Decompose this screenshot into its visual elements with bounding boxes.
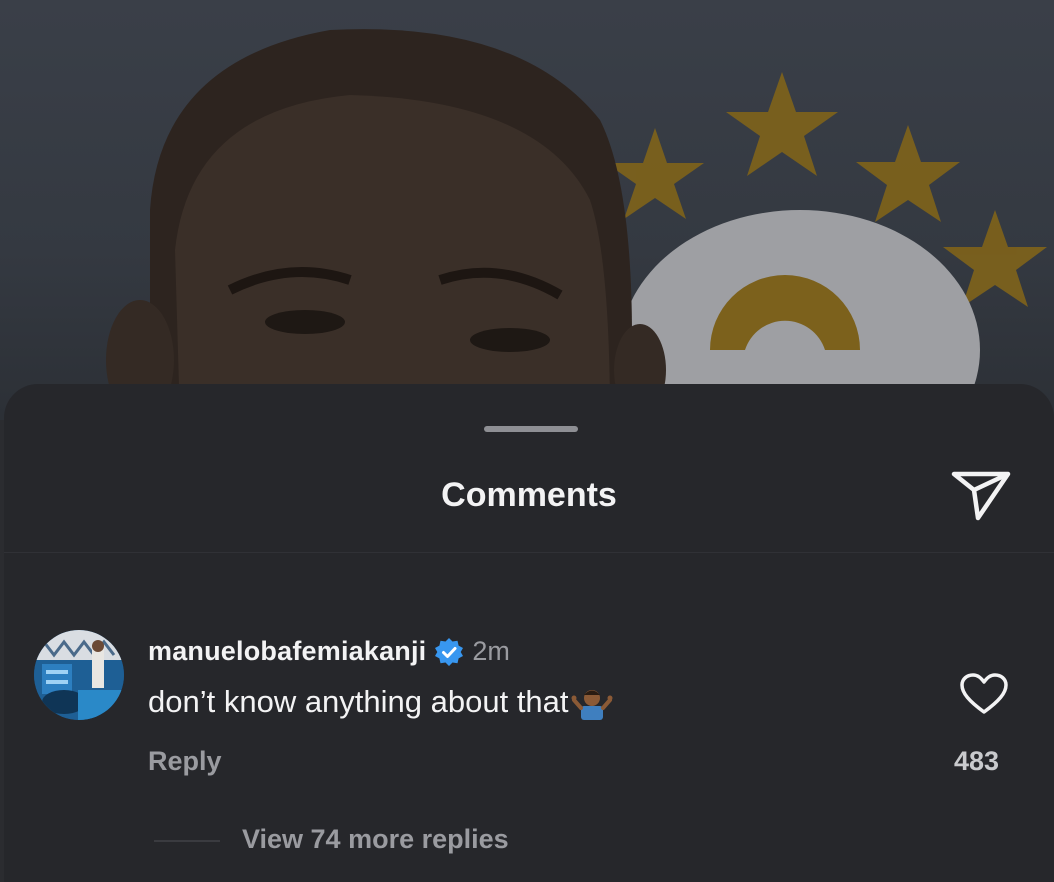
replies-indent-line [154,840,220,842]
verified-badge-icon [434,637,464,667]
person-shrugging-emoji [571,684,613,720]
like-count: 483 [954,746,1000,776]
comment-header: manuelobafemiakanji 2m [148,636,510,667]
reply-button[interactable]: Reply [148,746,222,777]
sheet-title: Comments [441,476,617,514]
header-divider [4,552,1054,553]
view-more-replies-button[interactable]: View 74 more replies [242,824,509,855]
comment-body: don’t know anything about that [148,684,613,720]
heart-icon[interactable] [959,672,1009,716]
comment-time: 2m [472,636,510,666]
background-post-image [0,0,1054,420]
comment-item: manuelobafemiakanji 2m don’t know anythi… [4,620,1054,820]
drag-handle[interactable] [484,426,578,432]
comment-username[interactable]: manuelobafemiakanji [148,636,426,667]
avatar[interactable] [34,630,124,720]
comment-text: don’t know anything about that [148,684,569,719]
share-send-icon[interactable] [948,464,1014,524]
comments-sheet: Comments manuelobafemiakanji 2m don’t kn… [4,384,1054,882]
